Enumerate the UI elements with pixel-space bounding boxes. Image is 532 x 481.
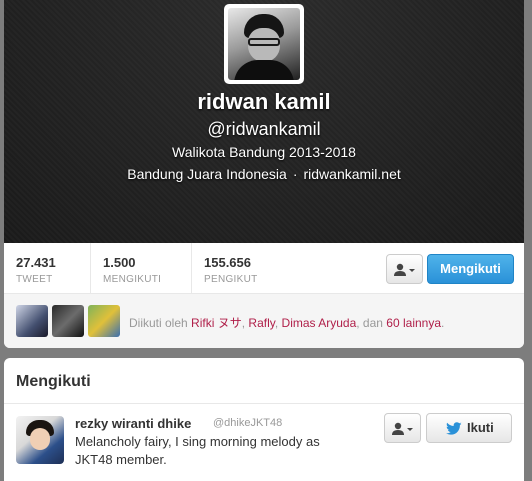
account-bio: Melancholy fairy, I sing morning melody … (75, 434, 320, 467)
twitter-bird-icon (446, 422, 462, 435)
profile-name: ridwan kamil (197, 89, 331, 114)
stat-following-value: 1.500 (103, 255, 136, 270)
stat-following-label: MENGIKUTI (103, 274, 162, 285)
profile-website-link[interactable]: ridwankamil.net (303, 166, 400, 182)
profile-avatar[interactable] (224, 4, 304, 84)
profile-location: Bandung Juara Indonesia (127, 166, 287, 182)
user-icon (394, 263, 415, 276)
stat-following[interactable]: 1.500 MENGIKUTI (91, 243, 192, 294)
account-name[interactable]: rezky wiranti dhike (75, 416, 191, 431)
stat-tweets-label: TWEET (16, 274, 53, 285)
follower-link[interactable]: Rafly (248, 316, 274, 330)
divider (4, 403, 524, 404)
user-actions-dropdown[interactable] (386, 254, 423, 284)
profile-bio: Walikota Bandung 2013-2018 (172, 144, 356, 160)
stat-followers[interactable]: 155.656 PENGIKUT (192, 243, 308, 294)
account-avatar[interactable] (16, 416, 64, 464)
following-section-title: Mengikuti (16, 373, 91, 390)
followed-by-text: Diikuti oleh Rifki ヌサ, Rafly, Dimas Aryu… (129, 314, 444, 331)
stat-followers-value: 155.656 (204, 255, 251, 270)
account-actions-dropdown[interactable] (384, 413, 421, 443)
profile-location-line: Bandung Juara Indonesia · ridwankamil.net (4, 166, 524, 182)
period: . (441, 316, 445, 330)
stat-tweets[interactable]: 27.431 TWEET (4, 243, 91, 294)
following-button[interactable]: Mengikuti (427, 254, 514, 284)
comma: , (241, 316, 246, 330)
more-followers-link[interactable]: 60 lainnya (386, 316, 441, 330)
follower-link[interactable]: Dimas Aryuda (282, 316, 357, 330)
profile-handle: @ridwankamil (207, 119, 321, 139)
profile-avatar-image (228, 8, 300, 80)
profile-card: ridwan kamil @ridwankamil Walikota Bandu… (4, 0, 524, 348)
follower-avatar[interactable] (16, 305, 48, 337)
followed-by-prefix: Diikuti oleh (129, 316, 188, 330)
user-icon (392, 422, 413, 435)
and-text: , dan (356, 316, 383, 330)
followed-by-row: Diikuti oleh Rifki ヌサ, Rafly, Dimas Aryu… (4, 294, 524, 348)
stat-followers-label: PENGIKUT (204, 274, 258, 285)
follow-button-label: Ikuti (467, 420, 494, 435)
comma: , (274, 316, 279, 330)
follower-avatar[interactable] (52, 305, 84, 337)
stat-tweets-value: 27.431 (16, 255, 56, 270)
following-section: Mengikuti rezky wiranti dhike @dhikeJKT4… (4, 358, 524, 481)
follower-avatar[interactable] (88, 305, 120, 337)
account-handle[interactable]: @dhikeJKT48 (213, 417, 282, 429)
follower-link[interactable]: Rifki ヌサ (191, 316, 242, 330)
follow-button[interactable]: Ikuti (426, 413, 512, 443)
separator: · (292, 166, 298, 182)
